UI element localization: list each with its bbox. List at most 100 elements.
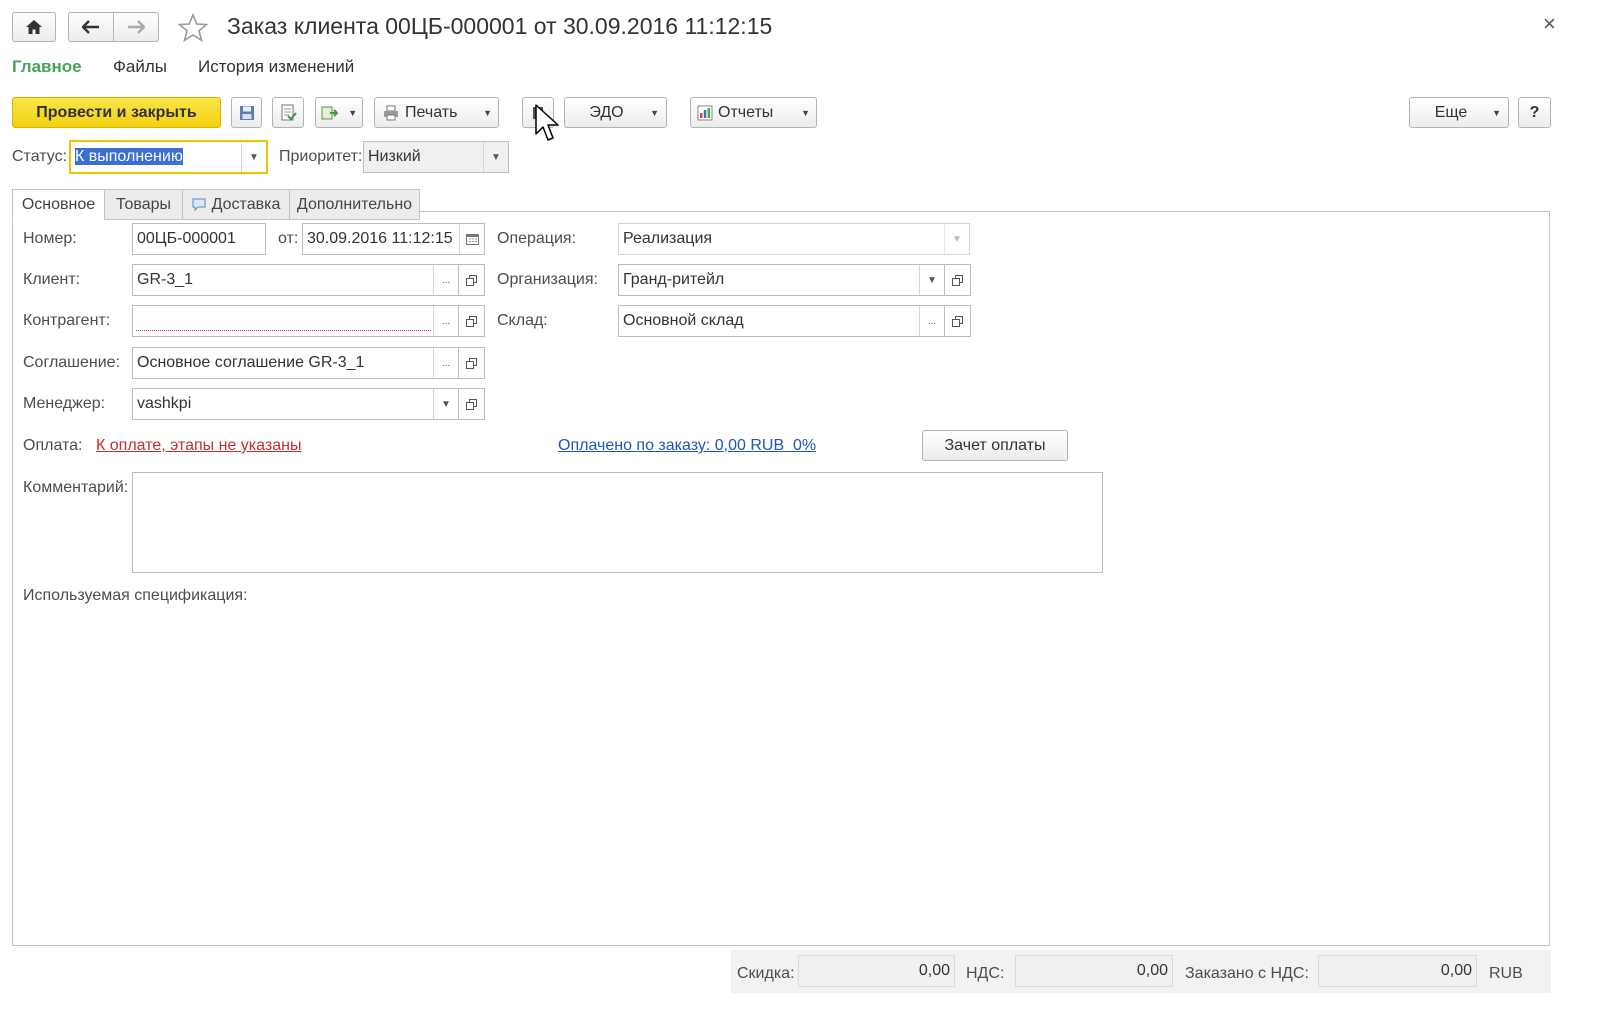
- warehouse-value: Основной склад: [623, 312, 744, 329]
- warehouse-label: Склад:: [497, 312, 548, 329]
- chevron-down-icon: ▼: [483, 107, 492, 118]
- save-button[interactable]: [231, 97, 262, 128]
- nav-tab-main[interactable]: Главное: [12, 57, 82, 77]
- chevron-down-icon[interactable]: ▼: [483, 142, 508, 172]
- open-warehouse-button[interactable]: [945, 305, 971, 337]
- chevron-down-icon[interactable]: ▼: [241, 142, 266, 172]
- edo-label: ЭДО: [589, 103, 624, 121]
- chevron-down-icon[interactable]: ▼: [919, 265, 944, 295]
- tab-additional[interactable]: Дополнительно: [289, 189, 420, 220]
- back-button[interactable]: [68, 12, 114, 42]
- vat-value: 0,00: [1015, 955, 1173, 987]
- open-agreement-button[interactable]: [459, 347, 485, 379]
- tab-goods[interactable]: Товары: [104, 189, 183, 220]
- comment-icon: [192, 198, 206, 211]
- print-button[interactable]: Печать ▼: [374, 97, 499, 128]
- close-icon[interactable]: ×: [1543, 11, 1556, 37]
- open-organization-button[interactable]: [945, 264, 971, 296]
- create-based-on-button[interactable]: ▼: [315, 97, 363, 128]
- post-and-close-button[interactable]: Провести и закрыть: [12, 97, 221, 128]
- mouse-cursor-icon: [535, 104, 561, 148]
- discount-value: 0,00: [798, 955, 955, 987]
- tab-delivery-label: Доставка: [211, 195, 281, 213]
- agreement-field[interactable]: Основное соглашение GR-3_1 ...: [132, 347, 459, 379]
- tab-goods-label: Товары: [115, 195, 172, 213]
- agreement-value: Основное соглашение GR-3_1: [137, 354, 365, 371]
- create-based-icon: [321, 106, 339, 119]
- chevron-down-icon[interactable]: ▼: [433, 389, 458, 419]
- open-icon: [466, 315, 477, 327]
- discount-label: Скидка:: [737, 965, 795, 982]
- chevron-down-icon: ▼: [801, 107, 810, 118]
- select-button[interactable]: ...: [433, 306, 458, 336]
- chevron-down-icon[interactable]: ▼: [944, 224, 969, 254]
- number-label: Номер:: [23, 230, 77, 247]
- specification-label: Используемая спецификация:: [23, 587, 248, 604]
- tab-additional-label: Дополнительно: [296, 195, 413, 213]
- edo-button[interactable]: ЭДО ▼: [564, 97, 667, 128]
- currency-label: RUB: [1489, 965, 1523, 982]
- ordered-amount: 0,00: [1440, 962, 1472, 979]
- manager-value: vashkpi: [137, 395, 192, 412]
- required-underline: [136, 330, 431, 331]
- manager-field[interactable]: vashkpi ▼: [132, 388, 459, 420]
- vat-label: НДС:: [966, 965, 1005, 982]
- open-icon: [466, 357, 477, 369]
- home-button[interactable]: [12, 12, 56, 42]
- help-button[interactable]: ?: [1518, 97, 1551, 128]
- open-manager-button[interactable]: [459, 388, 485, 420]
- tab-main[interactable]: Основное: [12, 189, 105, 220]
- priority-field[interactable]: Низкий ▼: [363, 141, 509, 173]
- open-icon: [466, 274, 477, 286]
- date-label: от:: [278, 230, 299, 247]
- client-value: GR-3_1: [137, 271, 194, 288]
- paid-by-order-link[interactable]: Оплачено по заказу: 0,00 RUB 0%: [558, 437, 816, 455]
- help-label: ?: [1529, 103, 1540, 121]
- arrow-left-icon: [82, 20, 99, 34]
- open-counterparty-button[interactable]: [459, 305, 485, 337]
- priority-value: Низкий: [368, 148, 421, 165]
- warehouse-field[interactable]: Основной склад ...: [618, 305, 945, 337]
- select-button[interactable]: ...: [919, 306, 944, 336]
- operation-label: Операция:: [497, 230, 577, 247]
- reports-label: Отчеты: [718, 103, 774, 121]
- more-button[interactable]: Еще ▼: [1409, 97, 1509, 128]
- number-field[interactable]: 00ЦБ-000001: [132, 223, 266, 255]
- status-label: Статус:: [12, 148, 68, 165]
- nav-tab-files[interactable]: Файлы: [113, 57, 167, 77]
- status-value: К выполнению: [75, 148, 183, 165]
- more-label: Еще: [1434, 103, 1468, 121]
- tab-main-label: Основное: [21, 195, 96, 213]
- payment-offset-button[interactable]: Зачет оплаты: [922, 430, 1068, 461]
- calendar-icon[interactable]: [459, 224, 484, 254]
- payment-stages-link[interactable]: К оплате, этапы не указаны: [96, 437, 301, 455]
- discount-amount: 0,00: [918, 962, 950, 979]
- nav-tab-history[interactable]: История изменений: [198, 57, 354, 77]
- reports-button[interactable]: Отчеты ▼: [690, 97, 817, 128]
- post-button[interactable]: [272, 97, 304, 128]
- number-value: 00ЦБ-000001: [137, 230, 236, 247]
- counterparty-label: Контрагент:: [23, 312, 111, 329]
- date-value: 30.09.2016 11:12:15: [307, 230, 453, 247]
- organization-label: Организация:: [497, 271, 598, 288]
- agreement-label: Соглашение:: [23, 354, 121, 371]
- open-icon: [952, 315, 963, 327]
- forward-button[interactable]: [113, 12, 159, 42]
- organization-field[interactable]: Гранд-ритейл ▼: [618, 264, 945, 296]
- post-and-close-label: Провести и закрыть: [36, 103, 197, 121]
- date-field[interactable]: 30.09.2016 11:12:15: [302, 223, 485, 255]
- save-icon: [239, 105, 254, 120]
- comment-label: Комментарий:: [23, 479, 129, 496]
- open-client-button[interactable]: [459, 264, 485, 296]
- status-field[interactable]: К выполнению ▼: [69, 140, 268, 174]
- document-post-icon: [281, 104, 297, 120]
- select-button[interactable]: ...: [433, 265, 458, 295]
- client-field[interactable]: GR-3_1 ...: [132, 264, 459, 296]
- comment-textarea[interactable]: [132, 472, 1103, 573]
- chevron-down-icon: ▼: [1492, 107, 1501, 118]
- select-button[interactable]: ...: [433, 348, 458, 378]
- tab-delivery[interactable]: Доставка: [182, 189, 290, 220]
- counterparty-field[interactable]: ...: [132, 305, 459, 337]
- operation-field[interactable]: Реализация ▼: [618, 223, 970, 255]
- favorite-star-icon[interactable]: [177, 12, 209, 47]
